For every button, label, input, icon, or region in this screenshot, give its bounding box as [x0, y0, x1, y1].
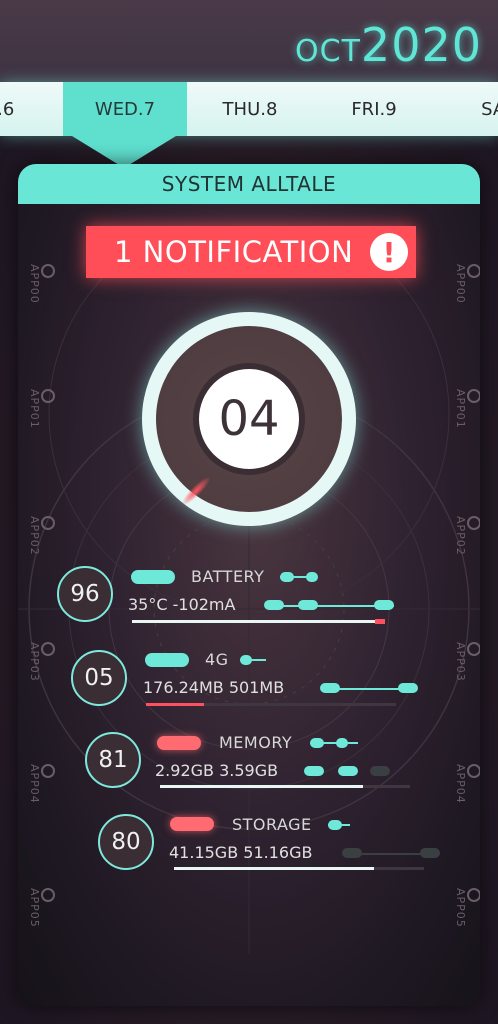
memory-indicator-dot — [336, 738, 348, 748]
storage-range-dot — [342, 848, 362, 858]
day-selector: E.6 WED.7 THU.8 FRI.9 SAT — [0, 82, 498, 136]
battery-pill — [131, 570, 175, 584]
battery-label: BATTERY — [191, 567, 265, 586]
day-tab-9[interactable]: FRI.9 — [312, 82, 436, 136]
side-label-left-0: APP00 — [28, 264, 55, 304]
memory-badge: 81 — [85, 732, 141, 788]
4g-range-dot — [398, 683, 418, 693]
battery-track — [132, 619, 385, 624]
day-tab-7[interactable]: WED.7 — [63, 82, 187, 136]
day-tab-8[interactable]: THU.8 — [188, 82, 312, 136]
memory-range-dot — [370, 766, 390, 776]
side-label-left-4: APP04 — [28, 764, 55, 804]
side-label-right-5: APP05 — [454, 888, 480, 928]
4g-badge: 05 — [71, 650, 127, 706]
month-label: OCT — [295, 34, 361, 69]
memory-indicator-dot — [310, 738, 324, 748]
battery-range-dot — [264, 600, 284, 610]
dial-inner-ring: 04 — [156, 326, 342, 512]
storage-badge: 80 — [98, 814, 154, 870]
4g-pill — [145, 653, 189, 667]
day-tab-6[interactable]: E.6 — [0, 82, 62, 136]
storage-pill — [170, 817, 214, 831]
memory-values: 2.92GB 3.59GB — [155, 761, 279, 780]
4g-fill — [146, 703, 204, 706]
memory-label: MEMORY — [219, 733, 293, 752]
memory-range-dot — [338, 766, 358, 776]
battery-fill — [132, 619, 385, 624]
battery-values: 35°C -102mA — [128, 595, 236, 614]
side-label-left-5: APP05 — [28, 888, 55, 928]
side-label-left-3: APP03 — [28, 642, 55, 682]
4g-values: 176.24MB 501MB — [143, 678, 285, 697]
storage-fill — [174, 867, 374, 870]
memory-fill — [160, 785, 363, 788]
4g-range-dot — [320, 683, 340, 693]
storage-indicator-dot — [328, 820, 342, 830]
side-label-left-1: APP01 — [28, 389, 55, 429]
system-panel: SYSTEM ALLTALE APP00 APP01 APP02 APP03 A… — [18, 164, 480, 1006]
exclamation-icon: ! — [370, 233, 408, 271]
storage-track — [174, 867, 424, 870]
panel-title: SYSTEM ALLTALE — [18, 164, 480, 204]
side-label-right-2: APP02 — [454, 516, 480, 556]
dial-value: 04 — [199, 369, 299, 469]
side-label-left-2: APP02 — [28, 516, 55, 556]
side-label-right-0: APP00 — [454, 264, 480, 304]
memory-track — [160, 785, 410, 788]
4g-indicator-dot — [240, 655, 252, 665]
battery-range-dot — [374, 600, 394, 610]
4g-track — [146, 703, 396, 706]
month-year-display: OCT2020 — [295, 18, 482, 72]
memory-pill — [157, 736, 201, 750]
battery-range-dot — [298, 600, 318, 610]
side-label-right-1: APP01 — [454, 389, 480, 429]
notification-dial[interactable]: 04 — [142, 312, 356, 526]
side-label-right-3: APP03 — [454, 642, 480, 682]
memory-range-dot — [304, 766, 324, 776]
notification-text: 1 NOTIFICATION — [114, 235, 354, 269]
top-bar: OCT2020 — [0, 0, 498, 82]
battery-indicator-dot — [306, 572, 318, 582]
year-label: 2020 — [360, 18, 482, 72]
battery-badge: 96 — [57, 566, 113, 622]
side-label-right-4: APP04 — [454, 764, 480, 804]
storage-values: 41.15GB 51.16GB — [169, 843, 313, 862]
battery-indicator-dot — [280, 572, 294, 582]
notification-banner[interactable]: 1 NOTIFICATION ! — [86, 226, 416, 278]
4g-label: 4G — [205, 650, 229, 669]
storage-range-dot — [420, 848, 440, 858]
day-tab-10[interactable]: SAT — [436, 82, 498, 136]
storage-label: STORAGE — [232, 815, 312, 834]
